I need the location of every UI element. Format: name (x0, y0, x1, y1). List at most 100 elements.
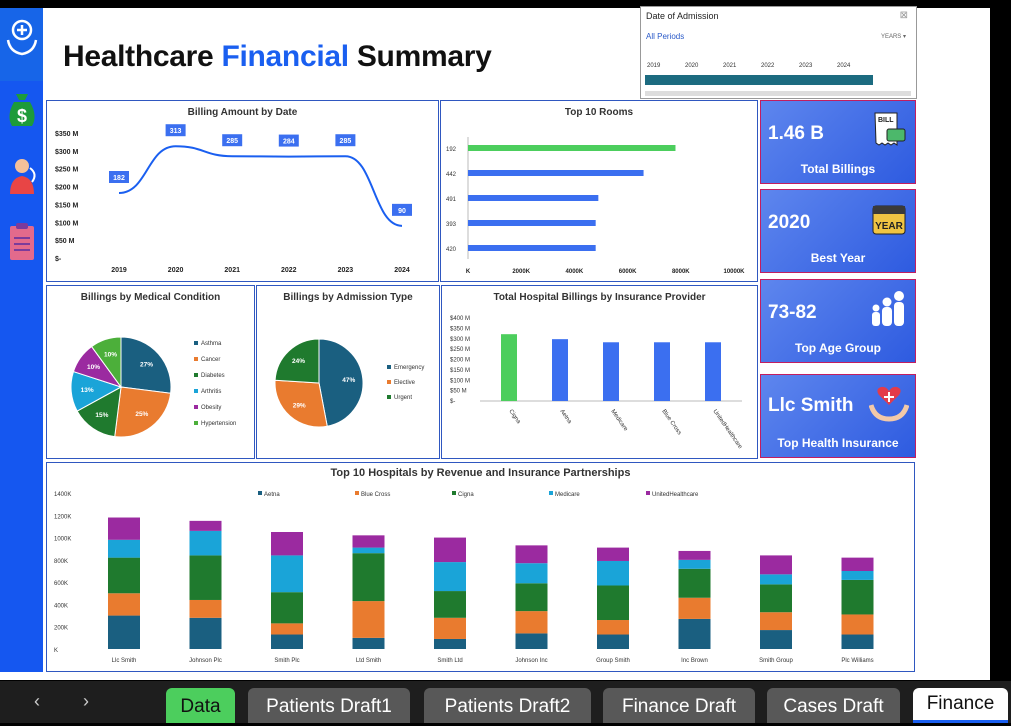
slicer-year-label[interactable]: 2023 (799, 63, 812, 69)
slicer-unit-dropdown[interactable]: YEARS ▾ (881, 33, 906, 40)
legend-label: Cancer (201, 357, 220, 363)
legend-label: Diabetes (201, 373, 225, 379)
tab-cases-draft[interactable]: Cases Draft (767, 688, 900, 723)
category-label: Smith Group (759, 658, 793, 664)
legend-swatch (387, 365, 391, 369)
money-bag-icon[interactable]: $ (4, 86, 40, 130)
hospitals-stacked-chart[interactable]: 1400K 1200K 1000K 800K 600K 400K 200K K Aetna Blu… (47, 463, 914, 671)
billing-line-chart[interactable]: $350 M $300 M $250 M $200 M $150 M $100 M $50 … (47, 101, 438, 281)
kpi-value: 2020 (768, 212, 811, 233)
sidebar: $ (0, 8, 43, 672)
x-tick-label: 6000K (619, 269, 637, 275)
clipboard-icon[interactable] (4, 220, 40, 264)
tab-data[interactable]: Data (166, 688, 235, 723)
bar (468, 170, 644, 176)
y-tick-label: $250 M (55, 167, 79, 174)
slice-label: 24% (292, 358, 305, 365)
billing-by-date-card: Billing Amount by Date $350 M $300 M $250 … (46, 100, 439, 282)
tab-patients-draft2[interactable]: Patients Draft2 (424, 688, 591, 723)
slicer-year-label[interactable]: 2019 (647, 63, 660, 69)
x-tick-label: 2000K (512, 269, 530, 275)
stack-segment (434, 562, 466, 592)
top-rooms-chart[interactable]: 192 442 491 393 420 K 2000K 4000K 6000K 8000K 1000… (441, 101, 757, 281)
legend-label: Urgent (394, 395, 412, 401)
bar (468, 145, 676, 151)
x-tick-label: 4000K (566, 269, 584, 275)
tab-patients-draft1[interactable]: Patients Draft1 (248, 688, 410, 723)
tab-finance-draft[interactable]: Finance Draft (603, 688, 755, 723)
bar (468, 220, 596, 226)
slicer-year-label[interactable]: 2020 (685, 63, 698, 69)
legend-swatch (452, 491, 456, 495)
category-label: Smith Ltd (437, 658, 462, 664)
medical-condition-pie[interactable]: 27% 25% 15% 13% 10% 10% Asthma Cancer Diabetes Ar… (47, 286, 254, 458)
legend-swatch (194, 373, 198, 377)
hands-heart-icon[interactable] (4, 14, 40, 58)
admission-type-card: Billings by Admission Type 47% 29% 24% Emer… (256, 285, 440, 459)
sheet-tab-bar: ‹ › Data Patients Draft1 Patients Draft2… (0, 681, 1011, 723)
family-icon (872, 291, 904, 326)
slicer-timeline-bar[interactable] (645, 75, 873, 85)
slicer-scrollbar[interactable] (645, 91, 911, 96)
insurance-billings-card: Total Hospital Billings by Insurance Pro… (441, 285, 758, 459)
slicer-year-label[interactable]: 2021 (723, 63, 736, 69)
data-label: 90 (398, 208, 406, 215)
stack-segment (189, 520, 222, 531)
category-label: Group Smith (596, 658, 630, 664)
clear-filter-icon[interactable]: ⊠ (900, 10, 908, 21)
y-tick-label: $- (55, 256, 62, 263)
top-rooms-card: Top 10 Rooms 192 442 491 393 420 K 2000K 4000K 6… (440, 100, 758, 282)
kpi-value: Llc Smith (768, 395, 854, 416)
stack-segment (515, 633, 548, 649)
prev-sheet-icon[interactable]: ‹ (34, 691, 40, 712)
y-tick-label: $300 M (55, 149, 79, 156)
y-tick-label: 1200K (54, 514, 71, 520)
bar (468, 245, 596, 251)
y-tick-label: 600K (54, 581, 68, 587)
x-tick-label: 8000K (672, 269, 690, 275)
data-label: 284 (283, 139, 295, 146)
bar (501, 334, 517, 401)
slice-label: 47% (342, 377, 355, 384)
next-sheet-icon[interactable]: › (83, 691, 89, 712)
slice-label: 10% (104, 352, 117, 359)
kpi-value: 73-82 (768, 302, 817, 323)
kpi-best-year[interactable]: 2020 YEAR Best Year (760, 189, 916, 273)
y-tick-label: 800K (54, 559, 68, 565)
slicer-all-periods: All Periods (646, 32, 685, 41)
x-tick-label: 2022 (281, 267, 297, 274)
stack-segment (352, 553, 385, 602)
legend-label: Medicare (555, 492, 580, 498)
data-label: 285 (226, 138, 238, 145)
tab-finance[interactable]: Finance (913, 688, 1008, 723)
insurance-bar-chart[interactable]: $400 M $350 M $300 M $250 M $200 M $150 M $100… (442, 286, 757, 458)
y-tick-label: $150 M (450, 368, 470, 374)
category-label: 442 (446, 172, 457, 178)
doctor-icon[interactable] (4, 154, 40, 198)
bar (654, 342, 670, 401)
kpi-top-age-group[interactable]: 73-82 Top Age Group (760, 279, 916, 363)
category-label: 393 (446, 222, 457, 228)
category-label: Smith Plc (274, 658, 299, 664)
admission-type-pie[interactable]: 47% 29% 24% Emergency Elective Urgent (257, 286, 439, 458)
y-tick-label: $100 M (450, 378, 470, 384)
slicer-year-label[interactable]: 2024 (837, 63, 850, 69)
stack-segment (678, 618, 711, 649)
slicer-year-label[interactable]: 2022 (761, 63, 774, 69)
kpi-label: Top Age Group (795, 341, 881, 355)
kpi-top-insurance[interactable]: Llc Smith Top Health Insurance (760, 374, 916, 458)
top-hospitals-card: Top 10 Hospitals by Revenue and Insuranc… (46, 462, 915, 672)
slice-label: 10% (87, 364, 100, 371)
slicer-year-labels: 2019 2020 2021 2022 2023 2024 (645, 63, 905, 73)
legend-swatch (194, 341, 198, 345)
calendar-year-icon: YEAR (872, 205, 906, 235)
y-tick-label: $150 M (55, 202, 79, 209)
legend-label: Cigna (458, 492, 474, 498)
legend-swatch (258, 491, 262, 495)
date-slicer[interactable]: Date of Admission ⊠ All Periods YEARS ▾ … (640, 6, 917, 99)
slicer-title: Date of Admission (646, 11, 719, 21)
category-label: Inc Brown (681, 658, 708, 664)
kpi-total-billings[interactable]: 1.46 B BILL Total Billings (760, 100, 916, 184)
insurance-hand-heart-icon (869, 386, 909, 422)
stack-segment (271, 592, 303, 624)
